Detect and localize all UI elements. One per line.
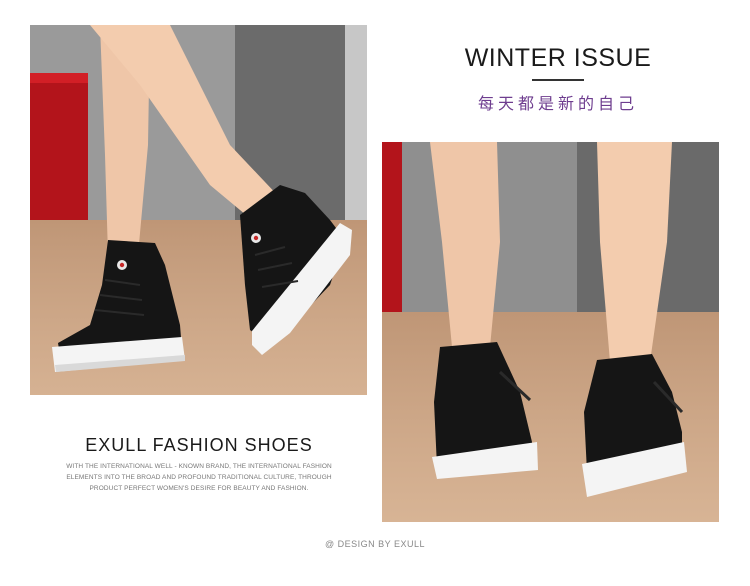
title-divider	[532, 79, 584, 81]
left-product-photo	[30, 25, 367, 395]
description-line: WITH THE INTERNATIONAL WELL - KNOWN BRAN…	[66, 463, 332, 470]
winter-issue-subtitle: 每天都是新的自己	[477, 94, 638, 113]
fashion-shoes-title: EXULL FASHION SHOES	[85, 435, 313, 455]
description-line: PRODUCT PERFECT WOMEN'S DESIRE FOR BEAUT…	[89, 485, 309, 492]
winter-issue-title: WINTER ISSUE	[464, 44, 652, 72]
description-line: ELEMENTS INTO THE BROAD AND PROFOUND TRA…	[66, 474, 332, 481]
fashion-description: WITH THE INTERNATIONAL WELL - KNOWN BRAN…	[60, 461, 338, 494]
design-credit: @ DESIGN BY EXULL	[324, 539, 425, 549]
right-product-photo	[382, 142, 719, 522]
